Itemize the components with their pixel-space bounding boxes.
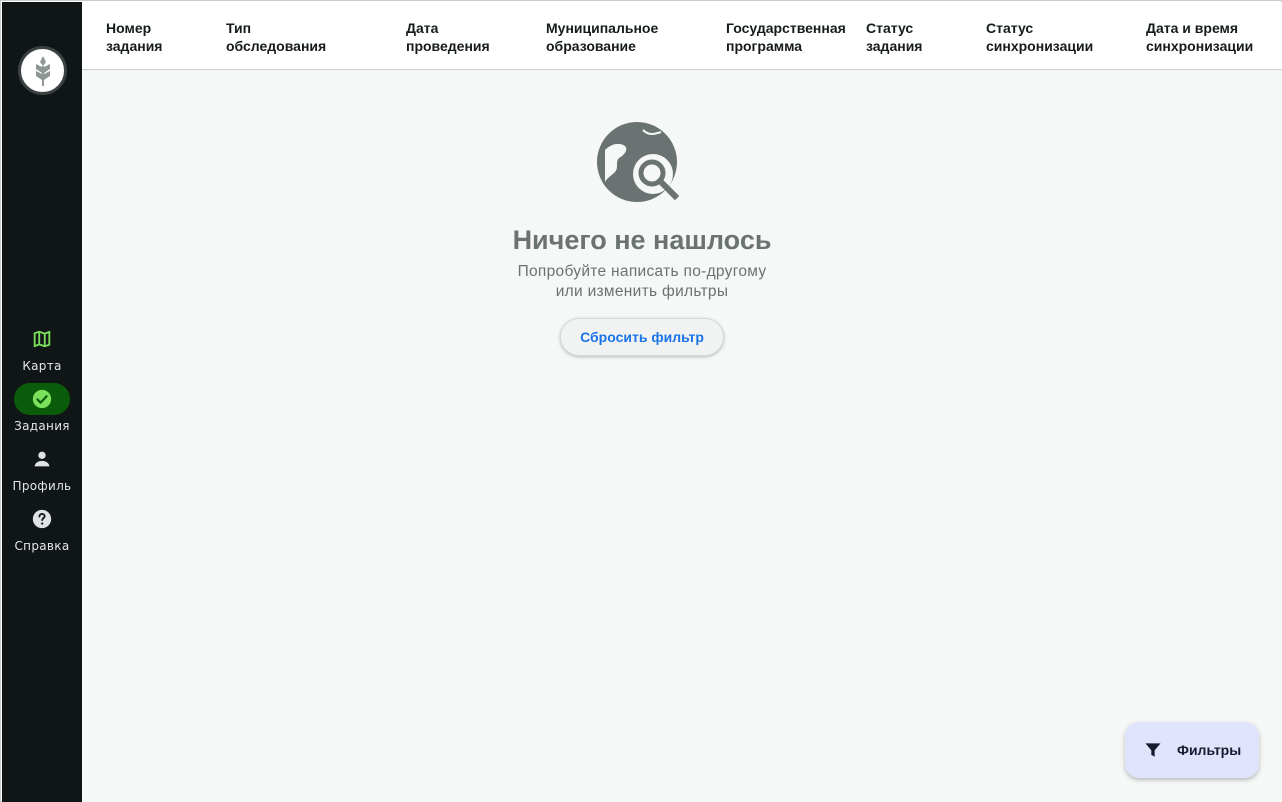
sidebar-item-label: Справка xyxy=(14,539,70,553)
column-header-municipality[interactable]: Муниципальное образование xyxy=(546,19,658,55)
empty-state-subtitle-line: или изменить фильтры xyxy=(555,283,729,300)
empty-state-subtitle: Попробуйте написать по-другому или измен… xyxy=(82,262,1202,302)
sidebar-item-label: Задания xyxy=(14,419,70,433)
globe-search-icon xyxy=(597,122,680,202)
check-circle-icon xyxy=(32,389,52,409)
column-header-sync-status[interactable]: Статус синхронизации xyxy=(986,19,1093,55)
column-header-sync-datetime[interactable]: Дата и время синхронизации xyxy=(1146,19,1253,55)
table-header: Номер задания Тип обследования Дата пров… xyxy=(82,2,1282,70)
app-logo[interactable] xyxy=(18,46,67,95)
nav-pill xyxy=(14,443,70,475)
filters-button[interactable]: Фильтры xyxy=(1125,722,1259,778)
sidebar: Карта Задания Профиль Справка xyxy=(2,2,82,802)
filter-icon xyxy=(1145,743,1161,757)
map-icon xyxy=(33,330,51,348)
column-header-task-number[interactable]: Номер задания xyxy=(106,19,162,55)
nav-pill-active xyxy=(14,383,70,415)
nav-pill xyxy=(14,503,70,535)
help-circle-icon xyxy=(32,509,52,529)
sidebar-item-tasks[interactable]: Задания xyxy=(2,383,82,443)
wheat-icon xyxy=(35,55,50,86)
column-header-survey-type[interactable]: Тип обследования xyxy=(226,19,326,55)
empty-state-subtitle-line: Попробуйте написать по-другому xyxy=(517,263,767,280)
column-header-state-program[interactable]: Государственная программа xyxy=(726,19,846,55)
sidebar-item-help[interactable]: Справка xyxy=(2,503,82,563)
empty-state-title: Ничего не нашлось xyxy=(512,225,772,255)
column-header-date[interactable]: Дата проведения xyxy=(406,19,490,55)
sidebar-item-label: Карта xyxy=(22,359,62,373)
main-content: Ничего не нашлось Попробуйте написать по… xyxy=(82,70,1282,802)
column-header-task-status[interactable]: Статус задания xyxy=(866,19,922,55)
sidebar-item-map[interactable]: Карта xyxy=(2,323,82,383)
nav-pill xyxy=(14,323,70,355)
person-icon xyxy=(34,451,50,467)
app-window: Карта Задания Профиль Справка Номер зада… xyxy=(0,0,1282,802)
filters-button-label: Фильтры xyxy=(1177,742,1242,758)
reset-filter-button[interactable]: Сбросить фильтр xyxy=(560,318,724,356)
sidebar-item-label: Профиль xyxy=(12,479,72,493)
sidebar-item-profile[interactable]: Профиль xyxy=(2,443,82,503)
